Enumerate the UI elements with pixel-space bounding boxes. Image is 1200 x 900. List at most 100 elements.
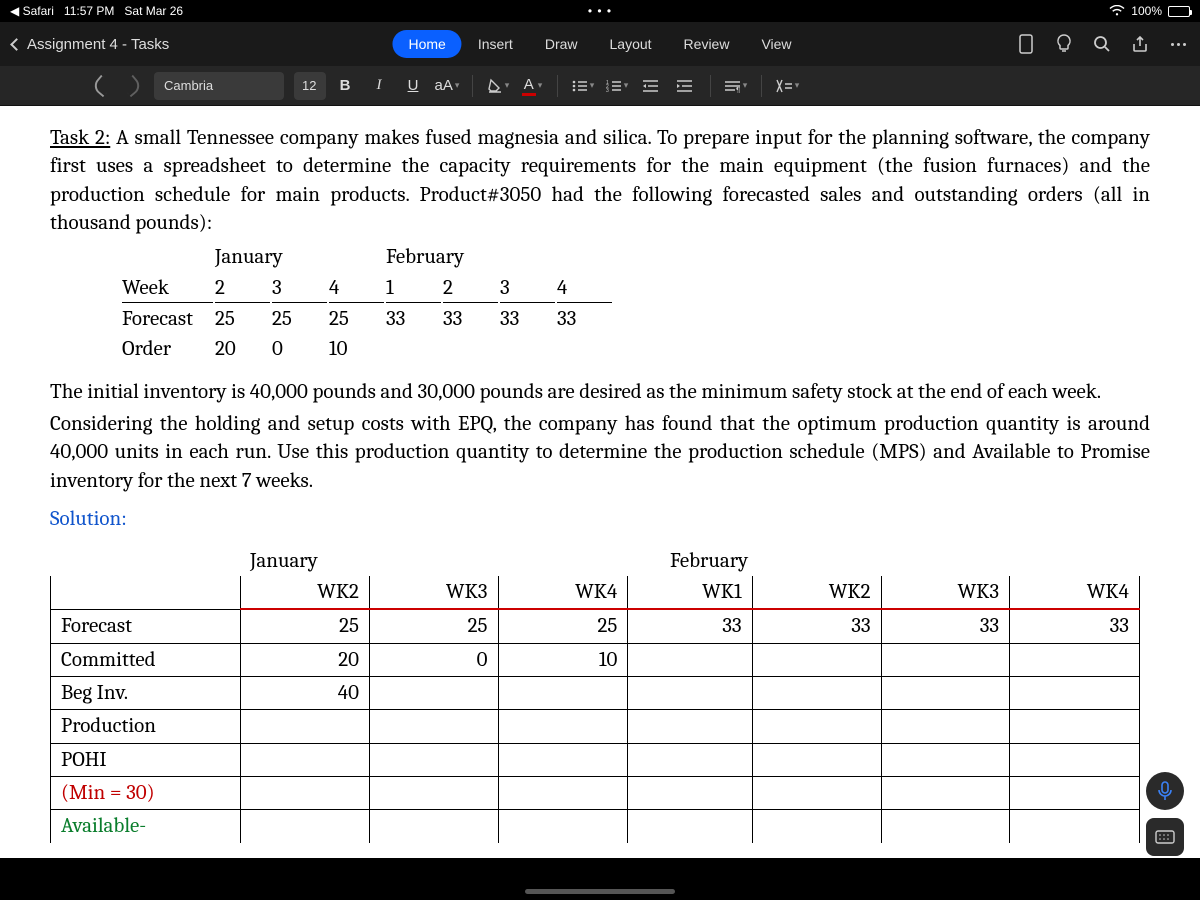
underline-button[interactable]: U — [398, 72, 428, 100]
row-label-min: (Min = 30) — [51, 776, 241, 809]
cell: 3 — [500, 274, 555, 303]
ios-status-bar: ◀ Safari 11:57 PM Sat Mar 26 • • • 100% — [0, 0, 1200, 22]
document-body[interactable]: Task 2: A small Tennessee company makes … — [0, 106, 1200, 843]
cell — [386, 335, 441, 363]
tab-insert[interactable]: Insert — [462, 30, 529, 58]
ribbon-tabs: Home Insert Draw Layout Review View — [392, 30, 807, 58]
status-time: 11:57 PM — [64, 4, 114, 18]
cell: 33 — [881, 609, 1010, 643]
bold-button[interactable]: B — [330, 72, 360, 100]
home-indicator[interactable] — [525, 889, 675, 894]
share-icon[interactable] — [1130, 34, 1150, 54]
task-label: Task 2: — [50, 126, 110, 150]
wk-header: WK2 — [241, 576, 370, 609]
font-size-selector[interactable]: 12 — [294, 72, 326, 100]
sol-january: January — [250, 547, 670, 575]
multitask-dots-icon[interactable]: • • • — [588, 4, 612, 18]
cell — [557, 335, 612, 363]
highlight-button[interactable]: ▾ — [483, 72, 513, 100]
redo-icon[interactable] — [121, 74, 144, 97]
numbering-button[interactable]: 123▾ — [602, 72, 632, 100]
cell: 33 — [557, 305, 612, 333]
styles-button[interactable]: ▾ — [772, 72, 802, 100]
sol-february: February — [670, 547, 748, 575]
svg-text:¶: ¶ — [736, 86, 740, 93]
cell — [500, 335, 555, 363]
battery-icon — [1168, 6, 1190, 17]
tab-home[interactable]: Home — [392, 30, 461, 58]
tab-draw[interactable]: Draw — [529, 30, 594, 58]
wk-header: WK4 — [1010, 576, 1140, 609]
font-selector[interactable]: Cambria — [154, 72, 284, 100]
row-order-label: Order — [122, 335, 213, 363]
cell: 20 — [241, 643, 370, 676]
status-date: Sat Mar 26 — [124, 4, 183, 18]
cell: 25 — [369, 609, 498, 643]
cell: 4 — [329, 274, 384, 303]
cell — [752, 676, 881, 709]
row-label-available: Available- — [51, 810, 241, 843]
lightbulb-icon[interactable] — [1054, 34, 1074, 54]
cell — [1010, 643, 1140, 676]
svg-text:3: 3 — [606, 88, 609, 93]
row-label: Beg Inv. — [51, 676, 241, 709]
cell: 10 — [329, 335, 384, 363]
cell: 33 — [1010, 609, 1140, 643]
undo-icon[interactable] — [91, 74, 114, 97]
tab-layout[interactable]: Layout — [594, 30, 668, 58]
cell: 40 — [241, 676, 370, 709]
task-paragraph: Task 2: A small Tennessee company makes … — [50, 124, 1150, 237]
task-text: A small Tennessee company makes fused ma… — [50, 126, 1150, 235]
formatting-toolbar: Cambria 12 B I U aA▾ ▾ A▾ ▾ 123▾ ¶▾ ▾ — [0, 66, 1200, 106]
cell — [881, 676, 1010, 709]
italic-button[interactable]: I — [364, 72, 394, 100]
back-button[interactable]: Assignment 4 - Tasks — [12, 36, 169, 53]
cell: 3 — [272, 274, 327, 303]
row-label: Committed — [51, 643, 241, 676]
back-to-safari[interactable]: ◀ Safari — [10, 4, 54, 18]
chevron-left-icon — [10, 38, 23, 51]
mobile-view-icon[interactable] — [1016, 34, 1036, 54]
tab-review[interactable]: Review — [668, 30, 746, 58]
outdent-button[interactable] — [636, 72, 666, 100]
cell: 10 — [498, 643, 628, 676]
cell: 4 — [557, 274, 612, 303]
cell: 33 — [500, 305, 555, 333]
tab-view[interactable]: View — [745, 30, 807, 58]
cell: 2 — [443, 274, 498, 303]
search-icon[interactable] — [1092, 34, 1112, 54]
cell: 0 — [272, 335, 327, 363]
paragraph-button[interactable]: ¶▾ — [721, 72, 751, 100]
battery-percent: 100% — [1131, 4, 1162, 18]
wk-header: WK3 — [881, 576, 1010, 609]
wifi-icon — [1109, 5, 1125, 17]
keyboard-button[interactable] — [1146, 818, 1184, 856]
month-january: January — [215, 243, 384, 271]
more-icon[interactable] — [1168, 34, 1188, 54]
cell: 33 — [752, 609, 881, 643]
row-label: Production — [51, 710, 241, 743]
solution-table: WK2 WK3 WK4 WK1 WK2 WK3 WK4 Forecast 25 … — [50, 576, 1140, 843]
text-effects-button[interactable]: aA▾ — [432, 72, 462, 100]
cell — [498, 676, 628, 709]
cell — [881, 643, 1010, 676]
cell: 25 — [215, 305, 270, 333]
wk-header: WK1 — [628, 576, 752, 609]
paragraph-2: The initial inventory is 40,000 pounds a… — [50, 378, 1150, 406]
bullets-button[interactable]: ▾ — [568, 72, 598, 100]
document-title: Assignment 4 - Tasks — [27, 36, 169, 53]
wk-header: WK2 — [752, 576, 881, 609]
app-header: Assignment 4 - Tasks Home Insert Draw La… — [0, 22, 1200, 66]
cell: 33 — [628, 609, 752, 643]
cell — [1010, 676, 1140, 709]
solution-month-row: January February — [50, 547, 1150, 575]
cell — [369, 676, 498, 709]
font-color-button[interactable]: A▾ — [517, 72, 547, 100]
cell — [443, 335, 498, 363]
cell — [628, 643, 752, 676]
row-week-label: Week — [122, 274, 213, 303]
cell: 25 — [498, 609, 628, 643]
row-forecast-label: Forecast — [122, 305, 213, 333]
dictate-button[interactable] — [1146, 772, 1184, 810]
indent-button[interactable] — [670, 72, 700, 100]
